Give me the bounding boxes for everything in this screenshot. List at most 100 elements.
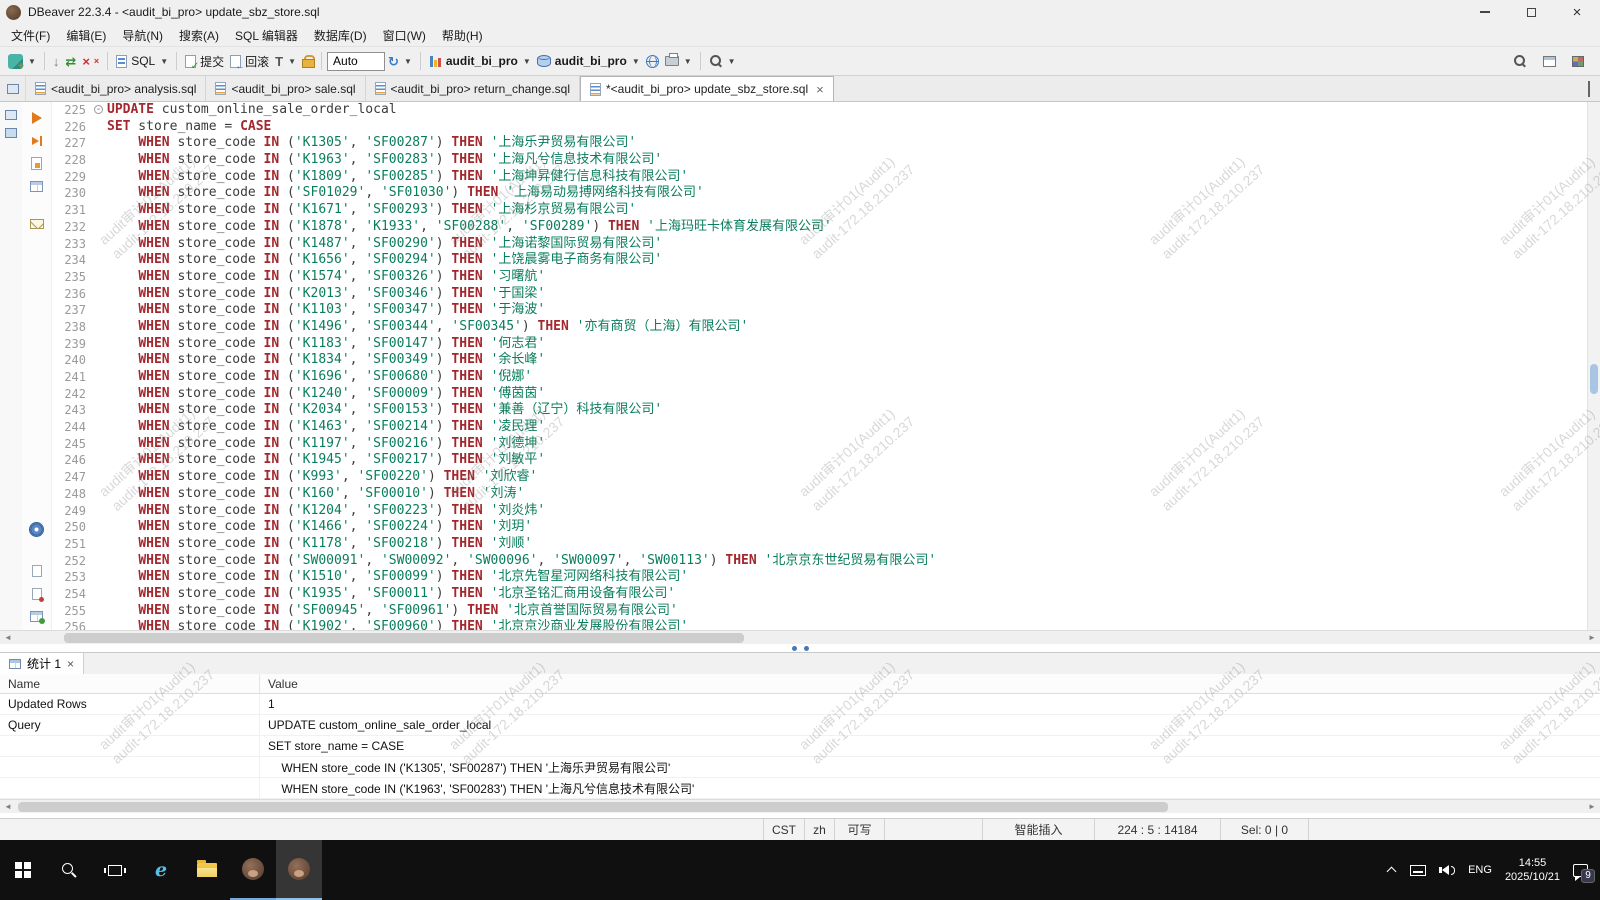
menu-item-5[interactable]: 数据库(D) [306,25,375,46]
scroll-track[interactable] [16,800,1584,813]
minimize-icon [1480,11,1490,13]
reconnect-button[interactable]: ⇄ [62,53,79,70]
network-button[interactable] [643,53,662,70]
explain-plan-button[interactable] [28,156,46,171]
execute-new-tab-button[interactable] [28,133,46,148]
sql-file-icon [590,83,601,96]
minimize-button[interactable] [1462,0,1508,24]
editor-vertical-scrollbar[interactable] [1587,102,1600,630]
stats-row[interactable]: WHEN store_code IN ('K1963', 'SF00283') … [0,778,1600,799]
show-log-button[interactable] [28,586,46,601]
menu-item-0[interactable]: 文件(F) [3,25,58,46]
search-icon [709,54,723,68]
connection-selector[interactable]: audit_bi_pro▼ [426,52,534,70]
status-segment-5: 224 : 5 : 14184 [1094,819,1220,840]
line-body: WHEN store_code IN ('K1656', 'SF00294') … [107,252,662,269]
connect-button[interactable]: ↓ [50,53,63,70]
chevron-down-icon: ▼ [160,57,168,66]
internet-explorer-button[interactable]: e [138,840,184,900]
grid-green-icon [30,611,43,622]
commit-mode-field[interactable]: Auto [327,52,385,71]
open-perspective-button[interactable] [1540,54,1559,69]
stats-tab[interactable]: 统计 1 × [0,653,84,674]
file-explorer-button[interactable] [184,840,230,900]
refresh-dropdown[interactable]: ↻▼ [385,53,415,70]
show-output-button[interactable] [28,563,46,578]
panel-horizontal-scrollbar[interactable]: ◄ ► [0,799,1600,813]
horizontal-scroll-thumb[interactable] [18,802,1168,812]
tray-expand-button[interactable] [1387,865,1397,875]
scroll-right-icon[interactable]: ► [1584,800,1600,814]
tab-close-icon[interactable]: × [67,658,74,670]
editor-settings-button[interactable] [28,522,46,537]
tab-close-icon[interactable]: × [816,83,824,96]
column-header-value[interactable]: Value [260,677,1600,691]
restore-panel-button[interactable] [0,76,26,101]
stats-row[interactable]: Updated Rows1 [0,694,1600,715]
start-button[interactable] [0,840,46,900]
fold-marker-icon[interactable]: - [94,105,103,114]
editor-tab-0[interactable]: <audit_bi_pro> analysis.sql [26,76,206,101]
task-view-button[interactable] [92,840,138,900]
menu-item-6[interactable]: 窗口(W) [375,25,434,46]
menu-item-4[interactable]: SQL 编辑器 [227,25,306,46]
fold-column [94,286,107,303]
panel-sash[interactable] [0,644,1600,652]
action-center-button[interactable]: 9 [1573,864,1588,877]
code-area[interactable]: 225-UPDATE custom_online_sale_order_loca… [52,102,1600,630]
stats-row[interactable]: SET store_name = CASE [0,736,1600,757]
disconnect-button[interactable]: ×× [79,53,102,70]
editor-tab-1[interactable]: <audit_bi_pro> sale.sql [206,76,365,101]
scroll-right-icon[interactable]: ► [1584,631,1600,645]
execute-statement-button[interactable] [28,110,46,125]
commit-button[interactable]: 提交 [182,51,227,72]
show-grid-button[interactable] [28,609,46,624]
language-indicator[interactable]: ENG [1468,864,1492,876]
menu-item-2[interactable]: 导航(N) [114,25,171,46]
taskbar-search-button[interactable] [46,840,92,900]
quick-search-button[interactable] [1510,52,1530,70]
clock-date: 2025/10/21 [1505,870,1560,884]
horizontal-scroll-thumb[interactable] [64,633,744,643]
editor-tab-3[interactable]: *<audit_bi_pro> update_sbz_store.sql× [580,76,834,101]
menu-item-1[interactable]: 编辑(E) [58,25,114,46]
dbeaver-taskbar-button[interactable] [230,840,276,900]
bar-icon [40,136,42,146]
scroll-track[interactable] [16,631,1584,644]
close-button[interactable]: × [1554,0,1600,24]
fold-column [94,386,107,403]
fold-column [94,336,107,353]
scroll-left-icon[interactable]: ◄ [0,800,16,814]
execute-script-button[interactable] [28,179,46,194]
search-dropdown[interactable]: ▼ [706,52,739,70]
export-result-button[interactable] [28,216,46,231]
menu-item-3[interactable]: 搜索(A) [171,25,227,46]
dbeaver-taskbar-button-active[interactable] [276,840,322,900]
sql-editor-dropdown[interactable]: SQL▼ [113,52,171,70]
taskbar-clock[interactable]: 14:55 2025/10/21 [1505,856,1560,884]
print-dropdown[interactable]: ▼ [662,54,695,68]
column-header-name[interactable]: Name [0,674,260,693]
scroll-left-icon[interactable]: ◄ [0,631,16,645]
menu-item-7[interactable]: 帮助(H) [434,25,491,46]
maximize-panel-button[interactable] [1588,82,1590,96]
editor-tab-2[interactable]: <audit_bi_pro> return_change.sql [366,76,580,101]
editor-horizontal-scrollbar[interactable]: ◄ ► [0,630,1600,644]
new-connection-button[interactable]: ▼ [5,52,39,71]
maximize-button[interactable] [1508,0,1554,24]
stats-row[interactable]: WHEN store_code IN ('K1305', 'SF00287') … [0,757,1600,778]
line-number: 252 [52,553,94,570]
database-selector[interactable]: audit_bi_pro▼ [534,52,643,70]
restore-panel-icon [7,84,19,94]
perspective-switcher[interactable] [1569,54,1587,69]
volume-button[interactable] [1439,865,1455,875]
stats-row[interactable]: QueryUPDATE custom_online_sale_order_loc… [0,715,1600,736]
vertical-scroll-thumb[interactable] [1590,364,1598,394]
lock-button[interactable] [299,53,316,70]
restore-navigator-button[interactable] [5,110,17,120]
transaction-mode-dropdown[interactable]: T▼ [272,53,299,70]
rollback-button[interactable]: 回滚 [227,51,272,72]
restore-projects-button[interactable] [5,128,17,138]
sql-editor-toolbar [22,102,52,630]
touch-keyboard-icon[interactable] [1410,865,1426,876]
